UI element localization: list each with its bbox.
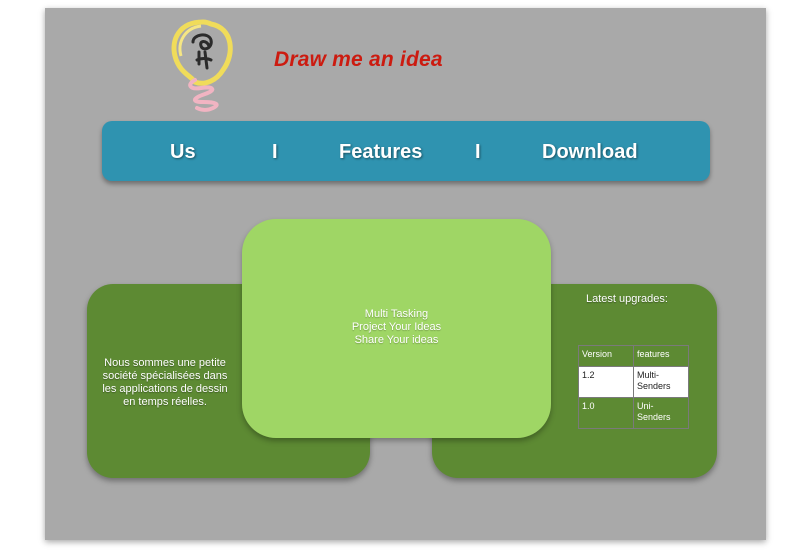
table-row: 1.0 Uni-Senders [578, 397, 689, 429]
table-header-cell: Version [578, 345, 634, 367]
nav-separator: I [272, 141, 278, 163]
features-panel: Multi Tasking Project Your Ideas Share Y… [242, 219, 551, 438]
table-cell: 1.2 [578, 366, 634, 398]
features-list: Multi Tasking Project Your Ideas Share Y… [242, 308, 551, 347]
about-text: Nous sommes une petite société spécialis… [102, 357, 228, 408]
table-header-cell: features [633, 345, 689, 367]
nav-link-us[interactable]: Us [170, 141, 196, 164]
feature-item: Multi Tasking [364, 308, 429, 320]
nav-bar: Us I Features I Download [102, 121, 710, 181]
lightbulb-sketch-icon [171, 19, 233, 112]
feature-item: Project Your Ideas [351, 321, 442, 333]
table-cell: 1.0 [578, 397, 634, 429]
table-cell: Multi-Senders [633, 366, 689, 398]
page-canvas: Draw me an idea Us I Features I Download… [45, 8, 766, 540]
table-row: 1.2 Multi-Senders [578, 366, 689, 398]
table-cell: Uni-Senders [633, 397, 689, 429]
nav-separator: I [475, 141, 481, 163]
nav-link-download[interactable]: Download [542, 141, 638, 164]
feature-item: Share Your ideas [354, 334, 439, 346]
nav-link-features[interactable]: Features [339, 141, 422, 164]
upgrades-table: Version features 1.2 Multi-Senders 1.0 U… [578, 345, 689, 429]
upgrades-title: Latest upgrades: [586, 293, 668, 305]
table-header-row: Version features [578, 345, 689, 367]
site-title: Draw me an idea [274, 48, 443, 71]
